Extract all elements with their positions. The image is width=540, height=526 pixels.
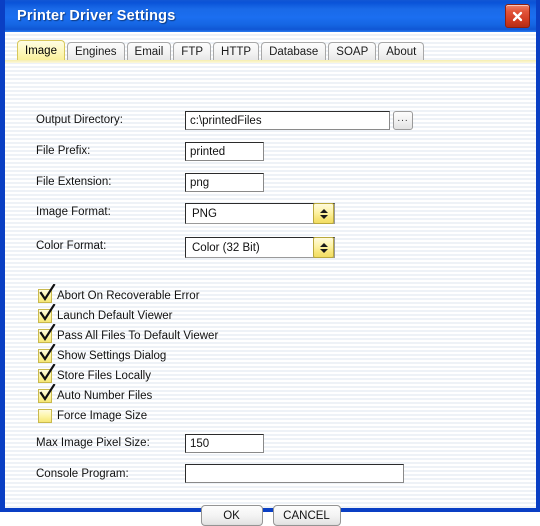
tab-http-label: HTTP [221,46,252,58]
image-format-select[interactable]: PNG [185,203,335,224]
color-format-value: Color (32 Bit) [192,241,260,254]
browse-button[interactable]: ... [393,111,413,130]
tab-http[interactable]: HTTP [213,42,260,60]
client-area: Image Engines Email FTP HTTP Database SO… [5,32,536,526]
color-format-label: Color Format: [36,240,107,252]
image-format-value: PNG [192,207,217,220]
check-icon [39,384,56,402]
output-directory-label: Output Directory: [36,114,123,126]
tab-strip: Image Engines Email FTP HTTP Database SO… [5,38,536,63]
tab-image[interactable]: Image [17,40,65,60]
chevron-up-icon [319,208,328,213]
tab-about[interactable]: About [378,42,425,60]
chevron-down-icon [319,214,328,219]
file-prefix-input[interactable]: printed [185,142,264,161]
title-bar: Printer Driver Settings [5,0,536,32]
checkbox-checked-icon [38,384,56,403]
file-extension-label: File Extension: [36,176,112,188]
checkbox-checked-icon [38,284,56,303]
checkbox-store-files-locally[interactable]: Store Files Locally [38,364,151,385]
checkbox-label: Store Files Locally [57,370,151,382]
printer-driver-settings-window: Printer Driver Settings Image Engines Em… [0,0,540,526]
checkbox-unchecked-icon [38,409,52,423]
dialog-button-bar: OK CANCEL [5,505,536,526]
close-icon[interactable] [505,4,530,28]
check-icon [39,304,56,322]
tab-email[interactable]: Email [126,42,172,60]
checkbox-label: Pass All Files To Default Viewer [57,330,219,342]
checkbox-abort-on-recoverable-error[interactable]: Abort On Recoverable Error [38,284,200,305]
chevron-down-icon [319,248,328,253]
ok-button[interactable]: OK [200,505,263,526]
output-directory-input[interactable]: c:\printedFiles [185,111,390,130]
checkbox-label: Auto Number Files [57,390,153,402]
checkbox-show-settings-dialog[interactable]: Show Settings Dialog [38,344,167,365]
tab-soap-label: SOAP [336,46,369,58]
checkbox-checked-icon [38,344,56,363]
checkbox-checked-icon [38,304,56,323]
cancel-button[interactable]: CANCEL [272,505,341,526]
chevron-updown-icon[interactable] [313,203,334,224]
tab-database-label: Database [269,46,319,58]
checkbox-label: Launch Default Viewer [57,310,173,322]
file-extension-input[interactable]: png [185,173,264,192]
tab-ftp-label: FTP [181,46,204,58]
tab-about-label: About [386,46,417,58]
max-image-pixel-size-label: Max Image Pixel Size: [36,437,150,449]
check-icon [39,364,56,382]
checkbox-launch-default-viewer[interactable]: Launch Default Viewer [38,304,173,325]
console-program-input[interactable] [185,464,404,483]
tab-database[interactable]: Database [261,42,327,60]
window-title: Printer Driver Settings [17,8,176,24]
checkbox-pass-all-files-to-default-viewer[interactable]: Pass All Files To Default Viewer [38,324,219,345]
image-tab-panel: Output Directory: c:\printedFiles ... Fi… [5,60,536,526]
check-icon [39,324,56,342]
checkbox-auto-number-files[interactable]: Auto Number Files [38,384,153,405]
tab-engines-label: Engines [74,46,117,58]
close-x-glyph [512,11,523,21]
checkbox-label: Abort On Recoverable Error [57,290,200,302]
checkbox-label: Force Image Size [57,410,148,422]
tab-image-label: Image [25,45,57,57]
checkbox-label: Show Settings Dialog [57,350,167,362]
checkbox-force-image-size[interactable]: Force Image Size [38,407,147,425]
check-icon [39,284,56,302]
chevron-up-icon [319,242,328,247]
console-program-label: Console Program: [36,468,129,480]
file-prefix-label: File Prefix: [36,145,91,157]
chevron-updown-icon[interactable] [313,237,334,258]
checkbox-checked-icon [38,364,56,383]
checkbox-checked-icon [38,324,56,343]
tab-list: Image Engines Email FTP HTTP Database SO… [17,38,426,60]
check-icon [39,344,56,362]
max-image-pixel-size-input[interactable]: 150 [185,434,264,453]
tab-soap[interactable]: SOAP [328,42,377,60]
tab-engines[interactable]: Engines [66,42,125,60]
tab-email-label: Email [134,46,164,58]
color-format-select[interactable]: Color (32 Bit) [185,237,335,258]
tab-ftp[interactable]: FTP [173,42,212,60]
image-format-label: Image Format: [36,206,111,218]
